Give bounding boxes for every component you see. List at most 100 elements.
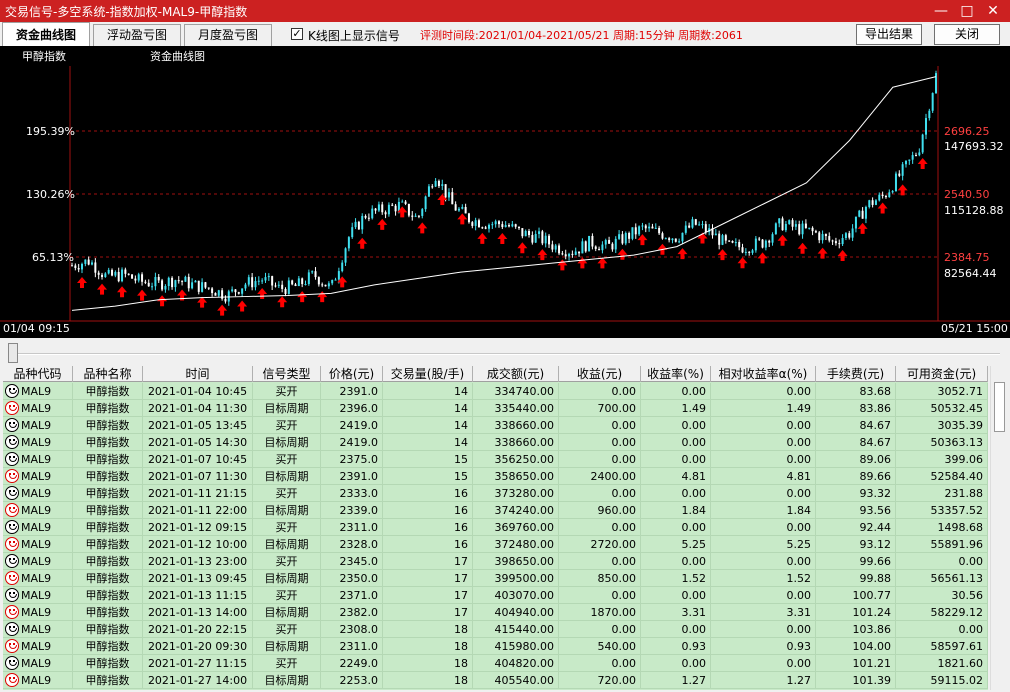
tab-floating-pnl[interactable]: 浮动盈亏图 xyxy=(93,24,181,46)
price-candle-body xyxy=(264,277,267,281)
buy-signal-arrow xyxy=(597,257,608,269)
price-candle-body xyxy=(84,259,87,264)
price-candle-body xyxy=(591,235,594,247)
buy-signal-arrow xyxy=(217,304,228,316)
column-header-code[interactable]: 品种代码 xyxy=(3,366,73,382)
maximize-button[interactable]: □ xyxy=(954,0,980,22)
column-header-price[interactable]: 价格(元) xyxy=(321,366,383,382)
cell-profit: 0.00 xyxy=(559,519,641,536)
cell-vol: 18 xyxy=(383,655,473,672)
price-candle-body xyxy=(861,210,864,219)
table-row[interactable]: MAL9 甲醇指数 2021-01-07 11:30 目标周期 2391.0 15 3586… xyxy=(3,468,988,485)
price-candle-body xyxy=(791,220,794,227)
column-header-fund[interactable]: 可用资金(元) xyxy=(896,366,988,382)
buy-signal-arrow xyxy=(777,234,788,246)
price-candle-body xyxy=(698,224,701,226)
minimize-button[interactable]: — xyxy=(928,0,954,22)
table-row[interactable]: MAL9 甲醇指数 2021-01-13 14:00 目标周期 2382.0 17 4049… xyxy=(3,604,988,621)
price-candle-body xyxy=(427,186,430,197)
price-candle-body xyxy=(568,253,571,257)
cell-price: 2391.0 xyxy=(321,468,383,485)
price-candle-body xyxy=(134,278,137,281)
price-candle-body xyxy=(311,271,314,273)
price-candle-body xyxy=(141,274,144,282)
table-row[interactable]: MAL9 甲醇指数 2021-01-04 10:45 买开 2391.0 14 334740… xyxy=(3,383,988,400)
export-button[interactable]: 导出结果 xyxy=(856,24,922,45)
cell-vol: 18 xyxy=(383,638,473,655)
table-row[interactable]: MAL9 甲醇指数 2021-01-13 23:00 买开 2345.0 17 398650… xyxy=(3,553,988,570)
table-row[interactable]: MAL9 甲醇指数 2021-01-12 10:00 目标周期 2328.0 16 3724… xyxy=(3,536,988,553)
signal-table: 品种代码 品种名称 时间 信号类型 价格(元) 交易量(股/手) 成交额(元) 收益(元) 收益… xyxy=(3,366,988,690)
buy-signal-arrow xyxy=(257,287,268,299)
column-header-profit[interactable]: 收益(元) xyxy=(559,366,641,382)
cell-fee: 84.67 xyxy=(816,434,896,451)
cell-code-wrap: MAL9 xyxy=(3,638,73,655)
show-signal-checkbox[interactable]: ✓ xyxy=(291,28,303,40)
column-header-vol[interactable]: 交易量(股/手) xyxy=(383,366,473,382)
tab-monthly-pnl[interactable]: 月度盈亏图 xyxy=(184,24,272,46)
cell-code-wrap: MAL9 xyxy=(3,621,73,638)
time-slider[interactable] xyxy=(0,338,1010,366)
price-candle-body xyxy=(801,223,804,235)
title-bar: 交易信号-多空系统-指数加权-MAL9-甲醇指数 — □ ✕ xyxy=(0,0,1010,22)
price-candle-body xyxy=(441,184,444,187)
cell-alpha: 0.00 xyxy=(711,587,816,604)
price-candle-body xyxy=(411,215,414,217)
price-candle-body xyxy=(444,184,447,198)
cell-time: 2021-01-05 14:30 xyxy=(143,434,253,451)
cell-vol: 14 xyxy=(383,417,473,434)
tab-fund-curve[interactable]: 资金曲线图 xyxy=(2,22,90,46)
column-header-time[interactable]: 时间 xyxy=(143,366,253,382)
slider-thumb[interactable] xyxy=(8,343,18,363)
cell-amount: 372480.00 xyxy=(473,536,559,553)
column-header-alpha[interactable]: 相对收益率α(%) xyxy=(711,366,816,382)
price-candle-body xyxy=(758,238,761,240)
column-header-rate[interactable]: 收益率(%) xyxy=(641,366,711,382)
table-row[interactable]: MAL9 甲醇指数 2021-01-05 13:45 买开 2419.0 14 338660… xyxy=(3,417,988,434)
table-row[interactable]: MAL9 甲醇指数 2021-01-05 14:30 目标周期 2419.0 14 3386… xyxy=(3,434,988,451)
price-candle-body xyxy=(457,208,460,211)
cell-fund: 56561.13 xyxy=(896,570,988,587)
column-header-amount[interactable]: 成交额(元) xyxy=(473,366,559,382)
table-scrollbar[interactable] xyxy=(990,366,1008,690)
column-header-fee[interactable]: 手续费(元) xyxy=(816,366,896,382)
right-price-tick-top: 2696.25 xyxy=(944,125,990,138)
cell-type: 买开 xyxy=(253,519,321,536)
table-row[interactable]: MAL9 甲醇指数 2021-01-11 21:15 买开 2333.0 16 373280… xyxy=(3,485,988,502)
table-row[interactable]: MAL9 甲醇指数 2021-01-13 09:45 目标周期 2350.0 17 3995… xyxy=(3,570,988,587)
price-candle-body xyxy=(181,280,184,282)
cell-rate: 4.81 xyxy=(641,468,711,485)
table-row[interactable]: MAL9 甲醇指数 2021-01-07 10:45 买开 2375.0 15 356250… xyxy=(3,451,988,468)
table-row[interactable]: MAL9 甲醇指数 2021-01-11 22:00 目标周期 2339.0 16 3742… xyxy=(3,502,988,519)
price-candle-body xyxy=(661,233,664,239)
column-header-name[interactable]: 品种名称 xyxy=(73,366,143,382)
price-candle-body xyxy=(888,192,891,198)
table-row[interactable]: MAL9 甲醇指数 2021-01-04 11:30 目标周期 2396.0 14 3354… xyxy=(3,400,988,417)
price-candle-body xyxy=(618,234,621,239)
cell-rate: 0.00 xyxy=(641,434,711,451)
table-row[interactable]: MAL9 甲醇指数 2021-01-13 11:15 买开 2371.0 17 403070… xyxy=(3,587,988,604)
price-candle-body xyxy=(868,200,871,208)
close-button[interactable]: 关闭 xyxy=(934,24,1000,45)
price-candle-body xyxy=(197,280,200,292)
price-candle-body xyxy=(281,284,284,289)
cell-time: 2021-01-13 09:45 xyxy=(143,570,253,587)
table-row[interactable]: MAL9 甲醇指数 2021-01-20 09:30 目标周期 2311.0 18 4159… xyxy=(3,638,988,655)
cell-fund: 231.88 xyxy=(896,485,988,502)
cell-type: 买开 xyxy=(253,553,321,570)
cell-type: 目标周期 xyxy=(253,434,321,451)
close-window-button[interactable]: ✕ xyxy=(980,0,1006,22)
left-tick-bottom: 65.13% xyxy=(32,251,74,264)
column-header-type[interactable]: 信号类型 xyxy=(253,366,321,382)
table-row[interactable]: MAL9 甲醇指数 2021-01-12 09:15 买开 2311.0 16 369760… xyxy=(3,519,988,536)
cell-fund: 58597.61 xyxy=(896,638,988,655)
price-candle-body xyxy=(357,221,360,230)
cell-alpha: 1.52 xyxy=(711,570,816,587)
table-row[interactable]: MAL9 甲醇指数 2021-01-20 22:15 买开 2308.0 18 415440… xyxy=(3,621,988,638)
table-row[interactable]: MAL9 甲醇指数 2021-01-27 11:15 买开 2249.0 18 404820… xyxy=(3,655,988,672)
cell-vol: 14 xyxy=(383,400,473,417)
table-scroll-thumb[interactable] xyxy=(994,382,1005,432)
table-row[interactable]: MAL9 甲醇指数 2021-01-27 14:00 目标周期 2253.0 18 4055… xyxy=(3,672,988,689)
price-candle-body xyxy=(548,235,551,245)
cell-price: 2311.0 xyxy=(321,519,383,536)
